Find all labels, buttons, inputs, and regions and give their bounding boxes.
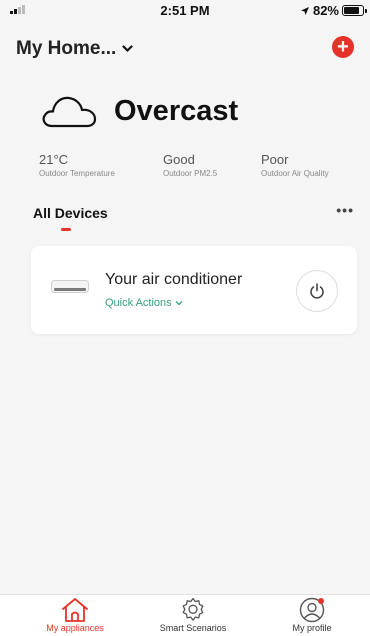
tab-all-devices[interactable]: All Devices xyxy=(33,205,108,221)
metric-pm25: Good Outdoor PM2.5 xyxy=(163,152,217,178)
battery-icon xyxy=(342,5,367,16)
power-icon xyxy=(310,283,324,299)
profile-icon xyxy=(299,597,325,623)
metric-label: Outdoor PM2.5 xyxy=(163,169,218,178)
location-arrow-icon xyxy=(300,6,309,15)
bottom-tab-bar: My appliances Smart Scenarios My profile xyxy=(0,594,370,636)
metric-value: 21°C xyxy=(39,152,69,167)
more-dots-icon: ••• xyxy=(336,202,354,218)
quick-actions-label: Quick Actions xyxy=(105,297,172,309)
battery-indicator: 82% xyxy=(300,3,367,18)
home-selector[interactable]: My Home... xyxy=(16,38,133,60)
chevron-down-icon xyxy=(122,45,133,53)
device-card[interactable]: Your air conditioner Quick Actions xyxy=(31,246,357,334)
metric-air-quality: Poor Outdoor Air Quality xyxy=(261,152,329,178)
notification-dot xyxy=(318,598,324,604)
add-device-button[interactable]: + xyxy=(332,36,354,58)
home-name: My Home... xyxy=(16,38,117,59)
tab-label: My appliances xyxy=(46,623,104,633)
metric-label: Outdoor Air Quality xyxy=(261,169,329,178)
status-bar: 2:51 PM 82% xyxy=(0,0,370,20)
more-options-button[interactable]: ••• xyxy=(336,202,354,218)
air-conditioner-icon xyxy=(51,280,89,293)
active-tab-indicator xyxy=(61,228,71,231)
gear-icon xyxy=(182,597,204,621)
tab-label: Smart Scenarios xyxy=(159,623,227,633)
quick-actions-link[interactable]: Quick Actions xyxy=(105,297,183,309)
tab-my-profile[interactable]: My profile xyxy=(262,595,362,636)
plus-icon: + xyxy=(337,36,349,58)
power-button[interactable] xyxy=(296,270,338,312)
metric-temperature: 21°C Outdoor Temperature xyxy=(39,152,115,178)
weather-condition: Overcast xyxy=(114,94,239,127)
tab-smart-scenarios[interactable]: Smart Scenarios xyxy=(143,595,243,636)
metric-value: Good xyxy=(163,152,195,167)
device-name: Your air conditioner xyxy=(105,271,243,288)
metric-label: Outdoor Temperature xyxy=(39,169,115,178)
tab-label: My profile xyxy=(292,623,332,633)
tab-my-appliances[interactable]: My appliances xyxy=(25,595,125,636)
metric-value: Poor xyxy=(261,152,289,167)
home-icon xyxy=(62,598,88,622)
weather-summary: Overcast xyxy=(40,92,238,130)
cloud-icon xyxy=(42,96,97,128)
chevron-down-icon xyxy=(175,301,183,306)
battery-percent: 82% xyxy=(312,3,339,18)
